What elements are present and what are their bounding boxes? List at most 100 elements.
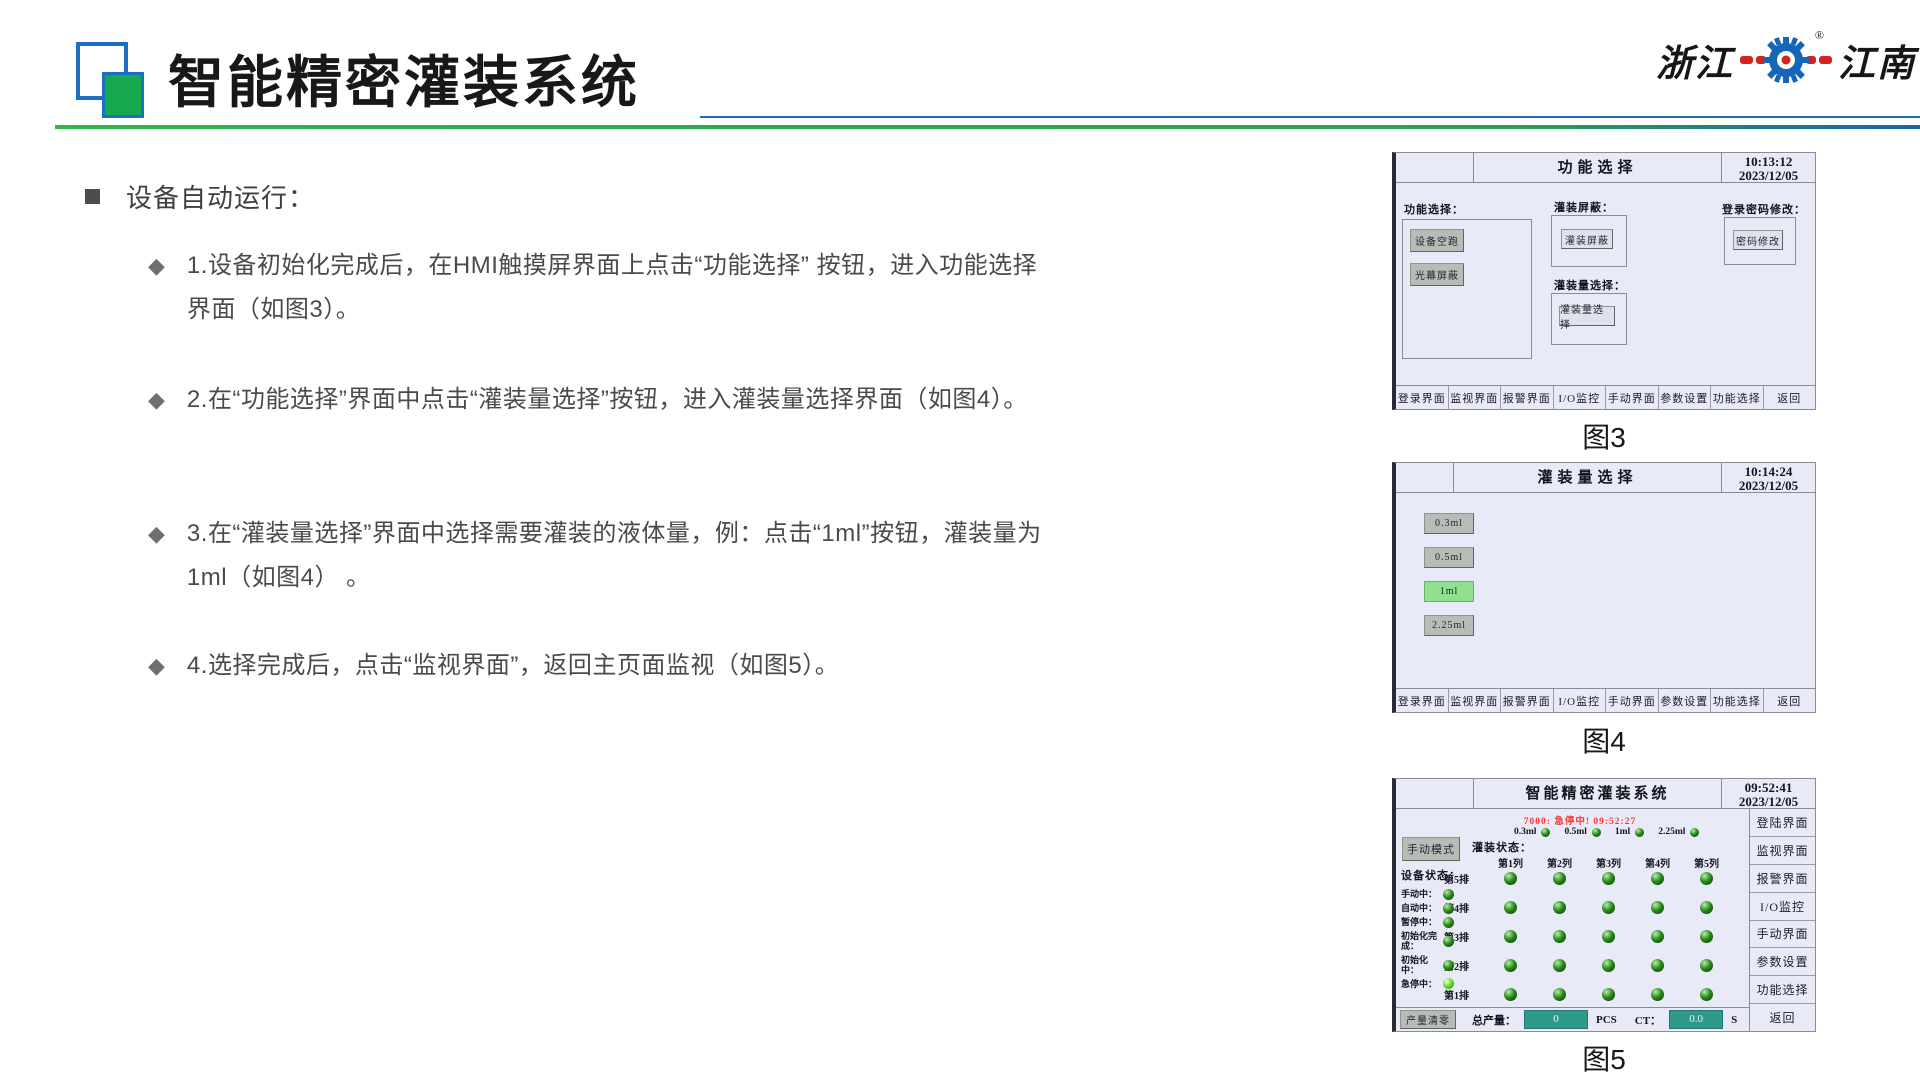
fill-volume-indicators: 0.3ml 0.5ml 1ml 2.25ml [1514,827,1699,837]
square-bullet-icon [85,189,100,204]
indicator-0-3ml: 0.3ml [1514,827,1550,837]
ct-value: 0.0 [1669,1010,1723,1029]
nav-manual[interactable]: 手动界面 [1606,689,1659,712]
total-production-label: 总产量： [1472,1012,1516,1028]
col-header-1: 第1列 [1486,855,1535,870]
indicator-2-25ml: 2.25ml [1658,827,1699,837]
led-icon [1443,917,1454,928]
page-title: 智能精密灌装系统 [168,38,640,119]
step-item-2: ◆ 2.在“功能选择”界面中点击“灌装量选择”按钮，进入灌装量选择界面（如图4）… [148,378,1058,422]
fig4-title: 灌装量选择 [1454,463,1721,492]
nav-function[interactable]: 功能选择 [1711,689,1764,712]
nav-params[interactable]: 参数设置 [1659,386,1712,409]
nav-io[interactable]: I/O监控 [1750,893,1815,921]
fig5-bottom-bar: 产量清零 总产量： 0 PCS CT： 0.0 S [1396,1007,1749,1031]
status-auto: 自动中： [1401,903,1465,914]
indicator-1ml: 1ml [1615,827,1644,837]
nav-return[interactable]: 返回 [1750,1004,1815,1031]
nav-return[interactable]: 返回 [1764,386,1816,409]
nav-alarm[interactable]: 报警界面 [1750,865,1815,893]
fill-row-2: 第2排 [1444,958,1731,973]
device-status-label: 设备状态： [1401,867,1465,883]
volume-1ml-button-active[interactable]: 1ml [1424,581,1474,602]
fig5-screen: 智能精密灌装系统 09:52:41 2023/12/05 7000: 急停中! … [1392,778,1816,1032]
fig4-screen: 灌装量选择 10:14:24 2023/12/05 0.3ml 0.5ml 1m… [1392,462,1816,713]
nav-monitor[interactable]: 监视界面 [1449,689,1502,712]
nav-io[interactable]: I/O监控 [1554,689,1607,712]
step-item-1: ◆ 1.设备初始化完成后，在HMI触摸屏界面上点击“功能选择” 按钮，进入功能选… [148,244,1058,332]
led-icon [1443,960,1454,971]
led-icon [1690,828,1699,837]
diamond-bullet-icon: ◆ [148,512,165,600]
nav-params[interactable]: 参数设置 [1750,948,1815,976]
title-decor-square-green [102,72,144,118]
fill-shield-button[interactable]: 灌装屏蔽 [1561,229,1613,249]
slide: 智能精密灌装系统 浙江 [0,0,1920,1080]
fig4-date: 2023/12/05 [1722,479,1815,493]
fig4-header-left-cell [1396,463,1454,492]
nav-function[interactable]: 功能选择 [1750,976,1815,1004]
volume-0-5ml-button[interactable]: 0.5ml [1424,547,1474,568]
ct-label: CT： [1635,1012,1661,1028]
fill-row-4: 第4排 [1444,900,1731,915]
fig3-title: 功能选择 [1474,153,1721,182]
nav-login[interactable]: 登录界面 [1396,689,1449,712]
status-paused: 暂停中： [1401,917,1465,928]
nav-function[interactable]: 功能选择 [1711,386,1764,409]
total-production-value: 0 [1524,1010,1588,1029]
nav-manual[interactable]: 手动界面 [1606,386,1659,409]
nav-monitor[interactable]: 监视界面 [1750,837,1815,865]
led-icon [1651,930,1664,943]
step-item-3: ◆ 3.在“灌装量选择”界面中选择需要灌装的液体量，例：点击“1ml”按钮，灌装… [148,512,1058,600]
led-icon [1553,872,1566,885]
step-item-4: ◆ 4.选择完成后，点击“监视界面”，返回主页面监视（如图5）。 [148,644,1058,688]
led-icon [1553,901,1566,914]
nav-alarm[interactable]: 报警界面 [1501,689,1554,712]
volume-0-3ml-button[interactable]: 0.3ml [1424,513,1474,534]
led-icon [1602,901,1615,914]
fig5-title: 智能精密灌装系统 [1474,779,1721,808]
nav-monitor[interactable]: 监视界面 [1449,386,1502,409]
fig5-right-nav: 登陆界面 监视界面 报警界面 I/O监控 手动界面 参数设置 功能选择 返回 [1749,809,1815,1031]
nav-login[interactable]: 登录界面 [1396,386,1449,409]
manual-mode-button[interactable]: 手动模式 [1402,837,1460,861]
fig3-caption: 图3 [1392,416,1816,456]
volume-2-25ml-button[interactable]: 2.25ml [1424,615,1474,636]
nav-manual[interactable]: 手动界面 [1750,921,1815,949]
fig3-mask-label: 灌装屏蔽： [1554,199,1614,215]
led-icon [1700,988,1713,1001]
led-icon [1602,930,1615,943]
gear-icon: ® [1740,30,1832,90]
led-icon [1504,930,1517,943]
device-dry-run-button[interactable]: 设备空跑 [1410,229,1464,252]
nav-params[interactable]: 参数设置 [1659,689,1712,712]
diamond-bullet-icon: ◆ [148,378,165,422]
led-icon [1553,959,1566,972]
fig3-time: 10:13:12 [1722,155,1815,169]
fig4-header: 灌装量选择 10:14:24 2023/12/05 [1396,463,1815,493]
nav-login[interactable]: 登陆界面 [1750,809,1815,837]
nav-io[interactable]: I/O监控 [1554,386,1607,409]
fig5-clock: 09:52:41 2023/12/05 [1721,779,1815,808]
nav-alarm[interactable]: 报警界面 [1501,386,1554,409]
fill-row-1: 第1排 [1444,987,1731,1002]
volume-select-button[interactable]: 灌装量选择 [1559,306,1615,326]
fig3-date: 2023/12/05 [1722,169,1815,183]
led-icon [1651,901,1664,914]
light-curtain-shield-button[interactable]: 光幕屏蔽 [1410,263,1464,286]
fig4-caption: 图4 [1392,720,1816,760]
status-estop: 急停中： [1401,978,1465,989]
password-change-button[interactable]: 密码修改 [1733,230,1783,250]
clear-production-button[interactable]: 产量清零 [1400,1010,1456,1029]
led-icon [1504,872,1517,885]
led-icon [1651,959,1664,972]
fig3-nav-bar: 登录界面 监视界面 报警界面 I/O监控 手动界面 参数设置 功能选择 返回 [1396,385,1815,409]
status-initializing: 初始化中： [1401,955,1465,976]
fig3-clock: 10:13:12 2023/12/05 [1721,153,1815,182]
led-icon [1651,988,1664,1001]
led-icon [1700,959,1713,972]
led-icon [1700,872,1713,885]
led-icon [1443,903,1454,914]
fig4-clock: 10:14:24 2023/12/05 [1721,463,1815,492]
nav-return[interactable]: 返回 [1764,689,1816,712]
